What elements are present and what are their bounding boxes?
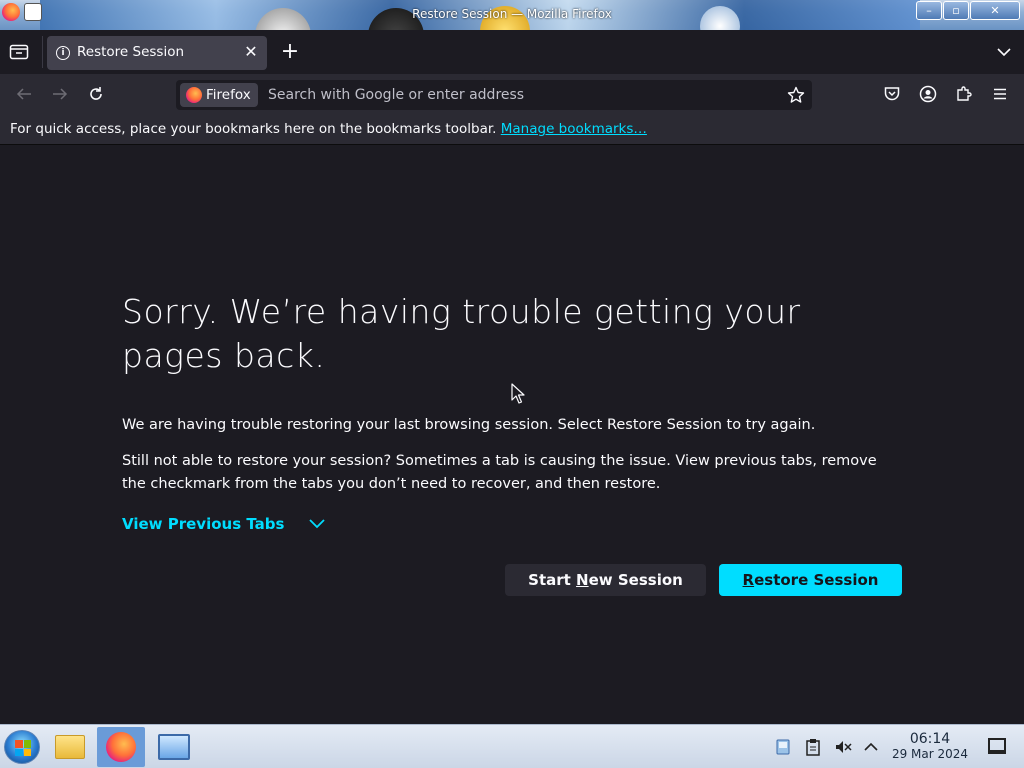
- hamburger-menu-icon: [994, 88, 1006, 100]
- bookmarks-hint-text: For quick access, place your bookmarks h…: [10, 121, 497, 137]
- chevron-down-icon: [997, 48, 1011, 57]
- page-title: Sorry. We’re having trouble getting your…: [122, 292, 801, 375]
- network-icon: [776, 739, 790, 755]
- page-content: Sorry. We’re having trouble getting your…: [0, 146, 1024, 724]
- url-input[interactable]: [268, 85, 768, 105]
- tray-clipboard[interactable]: [804, 738, 822, 756]
- start-new-session-label-b: ew Session: [588, 571, 683, 589]
- account-button[interactable]: [918, 84, 938, 104]
- reload-icon: [90, 87, 102, 100]
- list-all-tabs-button[interactable]: [996, 44, 1012, 60]
- start-button[interactable]: [4, 730, 40, 764]
- identity-box[interactable]: Firefox: [180, 83, 258, 107]
- taskbar-firefox[interactable]: [97, 727, 145, 767]
- view-previous-tabs-toggle[interactable]: View Previous Tabs: [122, 515, 326, 533]
- tab-separator: [42, 36, 43, 68]
- firefox-icon: [106, 732, 136, 762]
- extensions-button[interactable]: [954, 84, 974, 104]
- close-tab-button[interactable]: ✕: [243, 42, 259, 61]
- new-tab-button[interactable]: +: [280, 41, 300, 63]
- tray-expand[interactable]: [862, 738, 880, 756]
- tray-volume[interactable]: [834, 738, 852, 756]
- restore-description: We are having trouble restoring your las…: [122, 417, 816, 433]
- show-desktop-button[interactable]: [988, 738, 1006, 754]
- tab-restore-session[interactable]: i Restore Session ✕: [47, 36, 267, 70]
- firefox-view-icon: [9, 44, 29, 60]
- navigation-toolbar: Firefox: [0, 74, 1024, 114]
- back-button[interactable]: [14, 84, 34, 104]
- bookmarks-hint: For quick access, place your bookmarks h…: [10, 121, 647, 137]
- restore-session-button[interactable]: Restore Session: [719, 564, 902, 596]
- pocket-button[interactable]: [882, 84, 902, 104]
- clock-date: 29 Mar 2024: [891, 747, 969, 761]
- tab-bar: i Restore Session ✕ +: [0, 30, 1024, 74]
- tab-title: Restore Session: [77, 44, 185, 60]
- pocket-icon: [884, 87, 900, 101]
- start-new-session-button[interactable]: Start New Session: [505, 564, 706, 596]
- tray-network[interactable]: [774, 738, 792, 756]
- bookmarks-toolbar: For quick access, place your bookmarks h…: [0, 114, 1024, 145]
- taskbar-remote-desktop[interactable]: [150, 727, 198, 767]
- taskbar-clock[interactable]: 06:14 29 Mar 2024: [886, 731, 974, 761]
- restore-session-label: estore Session: [754, 571, 879, 589]
- window-title: Restore Session — Mozilla Firefox: [412, 7, 612, 21]
- remote-desktop-icon: [158, 734, 190, 760]
- bookmark-star-button[interactable]: [786, 85, 806, 105]
- reload-button[interactable]: [86, 84, 106, 104]
- speaker-muted-icon: [836, 741, 852, 753]
- clipboard-icon: [806, 739, 820, 756]
- clock-time: 06:14: [909, 731, 951, 747]
- view-previous-tabs-label: View Previous Tabs: [122, 515, 285, 533]
- identity-label: Firefox: [206, 87, 251, 103]
- firefox-view-button[interactable]: [9, 44, 29, 60]
- chevron-up-icon: [864, 742, 878, 751]
- address-bar[interactable]: Firefox: [176, 80, 812, 110]
- windows-logo-icon: [15, 740, 31, 756]
- mouse-cursor-icon: [511, 383, 525, 404]
- minimize-button[interactable]: –: [916, 1, 942, 20]
- taskbar-file-manager[interactable]: [46, 727, 94, 767]
- close-window-button[interactable]: ✕: [970, 1, 1020, 20]
- window-controls: – ▫ ✕: [916, 1, 1020, 20]
- start-new-session-label-a: Start: [528, 571, 577, 589]
- account-icon: [919, 85, 937, 103]
- back-arrow-icon: [16, 88, 31, 100]
- forward-button[interactable]: [50, 84, 70, 104]
- info-icon: i: [56, 46, 70, 60]
- chevron-down-icon: [309, 519, 326, 529]
- forward-arrow-icon: [53, 88, 68, 100]
- restore-session-accesskey: R: [742, 571, 755, 589]
- firefox-logo-icon: [186, 87, 202, 103]
- folder-icon: [55, 735, 85, 759]
- puzzle-piece-icon: [957, 86, 972, 101]
- window-titlebar: Restore Session — Mozilla Firefox – ▫ ✕: [0, 0, 1024, 30]
- maximize-button[interactable]: ▫: [943, 1, 969, 20]
- taskbar: 06:14 29 Mar 2024: [0, 724, 1024, 768]
- app-menu-button[interactable]: [990, 84, 1010, 104]
- star-icon: [787, 86, 805, 103]
- troubleshoot-description: Still not able to restore your session? …: [122, 453, 877, 492]
- start-new-session-accesskey: N: [576, 571, 589, 589]
- manage-bookmarks-link[interactable]: Manage bookmarks…: [501, 121, 647, 137]
